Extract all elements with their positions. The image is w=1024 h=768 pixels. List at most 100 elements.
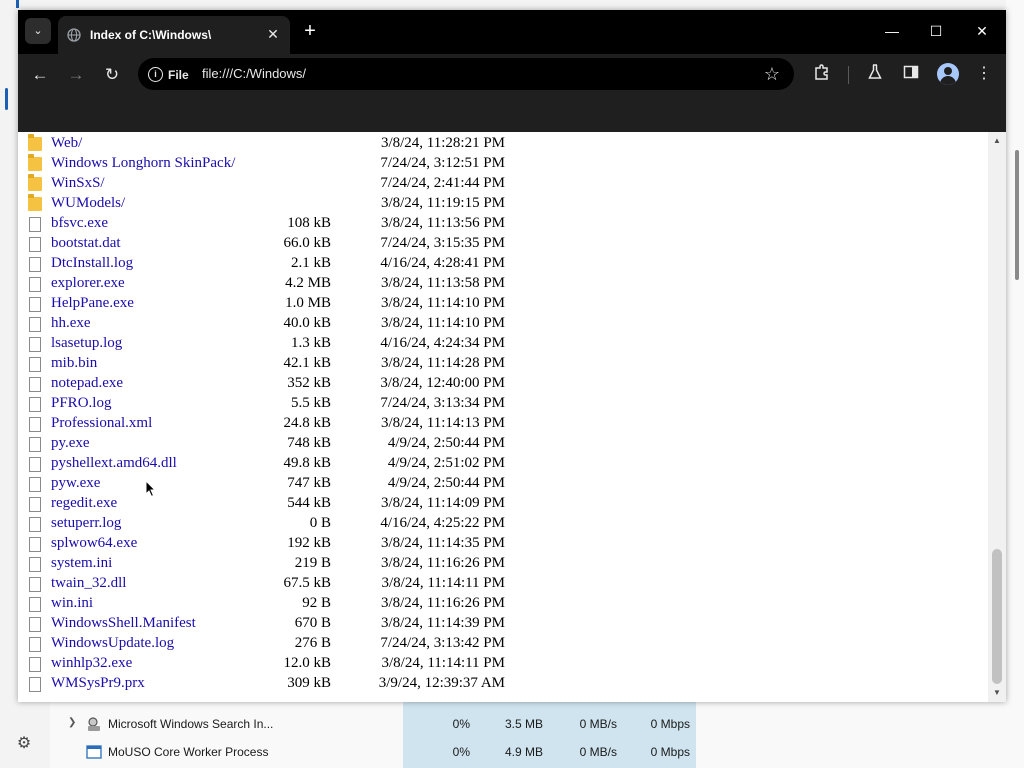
file-row: Professional.xml 24.8 kB 3/8/24, 11:14:13 …: [18, 414, 988, 434]
close-icon[interactable]: ✕: [970, 20, 994, 42]
search-indexer-icon: [88, 717, 100, 731]
entry-link[interactable]: PFRO.log: [51, 395, 111, 412]
page-scrollbar[interactable]: ▲ ▼: [988, 132, 1006, 702]
flask-icon[interactable]: [864, 63, 886, 85]
entry-link[interactable]: twain_32.dll: [51, 575, 126, 592]
tab-title: Index of C:\Windows\: [90, 28, 212, 42]
file-row: lsasetup.log 1.3 kB 4/16/24, 4:24:34 PM: [18, 334, 988, 354]
tab-active[interactable]: Index of C:\Windows\ ✕: [58, 16, 290, 54]
entry-link[interactable]: mib.bin: [51, 355, 97, 372]
url-text[interactable]: file:///C:/Windows/: [202, 66, 306, 81]
entry-size: 747 kB: [287, 475, 331, 491]
scrollbar-thumb[interactable]: [992, 549, 1002, 684]
entry-date: 7/24/24, 3:15:35 PM: [380, 235, 505, 251]
scroll-down-arrow-icon[interactable]: ▼: [993, 688, 1001, 697]
site-info-chip[interactable]: i File: [144, 62, 197, 86]
entry-size: 1.3 kB: [290, 335, 331, 351]
plus-icon[interactable]: +: [300, 21, 320, 41]
avatar-icon[interactable]: [937, 63, 959, 85]
file-row: DtcInstall.log 2.1 kB 4/16/24, 4:28:41 PM: [18, 254, 988, 274]
scroll-up-arrow-icon[interactable]: ▲: [993, 136, 1001, 145]
reload-icon[interactable]: ↻: [101, 64, 123, 86]
process-row[interactable]: ❯ Microsoft Windows Search In... 0% 3.5 …: [50, 710, 1006, 738]
entry-link[interactable]: pyw.exe: [51, 475, 100, 492]
file-row: WindowsUpdate.log 276 B 7/24/24, 3:13:42 P…: [18, 634, 988, 654]
entry-link[interactable]: WMSysPr9.prx: [51, 675, 145, 692]
address-bar[interactable]: i File file:///C:/Windows/ ☆: [138, 58, 794, 90]
file-icon: [29, 417, 41, 432]
star-icon[interactable]: ☆: [761, 63, 783, 85]
file-row: winhlp32.exe 12.0 kB 3/8/24, 11:14:11 PM: [18, 654, 988, 674]
entry-size: 192 kB: [287, 535, 331, 551]
entry-link[interactable]: pyshellext.amd64.dll: [51, 455, 177, 472]
entry-date: 3/8/24, 11:14:39 PM: [380, 615, 505, 631]
file-row: twain_32.dll 67.5 kB 3/8/24, 11:14:11 PM: [18, 574, 988, 594]
file-row: pyshellext.amd64.dll 49.8 kB 4/9/24, 2:51:…: [18, 454, 988, 474]
back-arrow-icon[interactable]: ←: [29, 64, 51, 86]
entry-link[interactable]: WinSxS/: [51, 175, 105, 192]
browser-toolbar: ← → ↻ i File file:///C:/Windows/ ☆ ⋮: [18, 54, 1006, 94]
settings-gear-icon[interactable]: ⚙: [14, 734, 34, 754]
expand-chevron-icon[interactable]: ❯: [68, 717, 78, 728]
entry-date: 3/8/24, 11:14:28 PM: [380, 355, 505, 371]
file-row: bfsvc.exe 108 kB 3/8/24, 11:13:56 PM: [18, 214, 988, 234]
entry-link[interactable]: py.exe: [51, 435, 90, 452]
entry-date: 4/9/24, 2:50:44 PM: [387, 435, 505, 451]
entry-link[interactable]: setuperr.log: [51, 515, 121, 532]
entry-link[interactable]: regedit.exe: [51, 495, 117, 512]
process-row[interactable]: MoUSO Core Worker Process 0% 4.9 MB 0 MB…: [50, 738, 1006, 766]
file-row: explorer.exe 4.2 MB 3/8/24, 11:13:58 PM: [18, 274, 988, 294]
file-icon: [29, 477, 41, 492]
entry-link[interactable]: winhlp32.exe: [51, 655, 132, 672]
close-icon[interactable]: ✕: [264, 25, 282, 43]
file-icon: [29, 517, 41, 532]
puzzle-icon[interactable]: [811, 63, 833, 85]
entry-link[interactable]: system.ini: [51, 555, 112, 572]
entry-link[interactable]: Professional.xml: [51, 415, 152, 432]
process-network: 0 Mbps: [650, 717, 690, 731]
kebab-menu-icon[interactable]: ⋮: [973, 63, 995, 85]
file-row: hh.exe 40.0 kB 3/8/24, 11:14:10 PM: [18, 314, 988, 334]
entry-link[interactable]: bootstat.dat: [51, 235, 121, 252]
file-icon: [29, 397, 41, 412]
entry-size: 66.0 kB: [283, 235, 331, 251]
entry-link[interactable]: hh.exe: [51, 315, 91, 332]
entry-link[interactable]: explorer.exe: [51, 275, 125, 292]
entry-link[interactable]: WindowsUpdate.log: [51, 635, 174, 652]
folder-icon: [28, 154, 42, 171]
entry-size: 0 B: [309, 515, 331, 531]
entry-size: 352 kB: [287, 375, 331, 391]
entry-link[interactable]: WUModels/: [51, 195, 125, 212]
file-row: win.ini 92 B 3/8/24, 11:16:26 PM: [18, 594, 988, 614]
file-icon: [29, 257, 41, 272]
tab-strip: ⌄ Index of C:\Windows\ ✕ + — ☐ ✕: [18, 10, 1006, 54]
file-icon: [29, 337, 41, 352]
entry-link[interactable]: bfsvc.exe: [51, 215, 108, 232]
entry-date: 3/8/24, 11:14:11 PM: [381, 575, 506, 591]
entry-link[interactable]: DtcInstall.log: [51, 255, 133, 272]
entry-link[interactable]: Windows Longhorn SkinPack/: [51, 155, 235, 172]
minimize-icon[interactable]: —: [880, 20, 904, 42]
folder-row: Web/3/8/24, 11:28:21 PM: [18, 134, 988, 154]
entry-date: 3/8/24, 11:16:26 PM: [380, 595, 505, 611]
directory-listing-page: Web/3/8/24, 11:28:21 PM Windows Longhorn …: [18, 132, 988, 702]
process-name: Microsoft Windows Search In...: [108, 717, 274, 731]
forward-arrow-icon[interactable]: →: [65, 64, 87, 86]
entry-link[interactable]: win.ini: [51, 595, 93, 612]
entry-link[interactable]: WindowsShell.Manifest: [51, 615, 196, 632]
entry-date: 4/9/24, 2:51:02 PM: [387, 455, 505, 471]
entry-date: 7/24/24, 3:13:42 PM: [380, 635, 505, 651]
entry-link[interactable]: Web/: [51, 135, 82, 152]
taskmanager-scrollbar[interactable]: [1015, 150, 1019, 280]
chevron-down-icon[interactable]: ⌄: [25, 18, 51, 44]
side-panel-icon[interactable]: [900, 63, 922, 85]
process-memory: 4.9 MB: [504, 745, 543, 759]
entry-link[interactable]: lsasetup.log: [51, 335, 122, 352]
entry-size: 40.0 kB: [283, 315, 331, 331]
folder-icon: [28, 134, 42, 151]
file-row: regedit.exe 544 kB 3/8/24, 11:14:09 PM: [18, 494, 988, 514]
entry-link[interactable]: splwow64.exe: [51, 535, 137, 552]
entry-link[interactable]: HelpPane.exe: [51, 295, 134, 312]
entry-link[interactable]: notepad.exe: [51, 375, 123, 392]
maximize-icon[interactable]: ☐: [924, 20, 948, 42]
